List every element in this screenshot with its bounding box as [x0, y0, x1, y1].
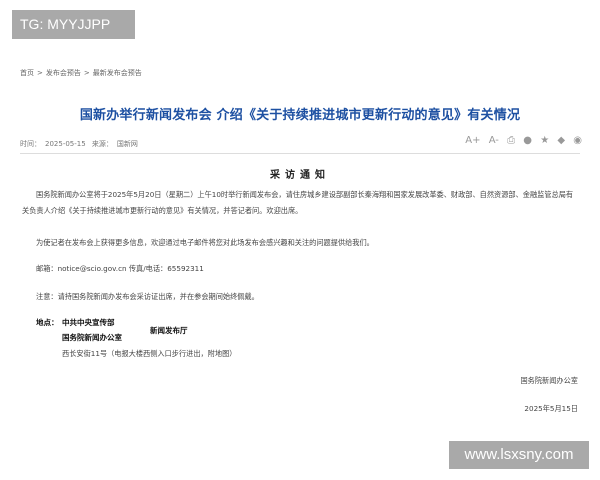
font-larger-icon[interactable]: A+: [465, 135, 480, 146]
notice-paragraph-2: 为使记者在发布会上获得更多信息，欢迎通过电子邮件将您对此场发布会感兴趣和关注的问…: [36, 238, 374, 247]
breadcrumb-separator: >: [37, 69, 43, 77]
breadcrumb-home[interactable]: 首页: [20, 69, 34, 77]
notice-heading: 采访通知: [270, 170, 330, 181]
breadcrumb: 首页 > 发布会预告 > 最新发布会预告: [20, 68, 142, 78]
time-label: 时间：: [20, 140, 41, 148]
location-org-2: 国务院新闻办公室: [62, 333, 122, 342]
breadcrumb-press-preview[interactable]: 发布会预告: [46, 69, 81, 77]
page-title: 国新办举行新闻发布会 介绍《关于持续推进城市更新行动的意见》有关情况: [79, 108, 521, 123]
wechat-icon[interactable]: ◉: [573, 135, 582, 146]
watermark-top: TG: MYYJJPP: [12, 10, 135, 39]
location-org-1: 中共中央宣传部: [62, 318, 115, 327]
attendance-note: 注意：请持国务院新闻办发布会采访证出席，并在参会期间始终佩戴。: [36, 292, 259, 301]
breadcrumb-separator: >: [83, 69, 90, 77]
publish-time: 2025-05-15: [45, 140, 86, 148]
source-value: 国新网: [116, 140, 138, 148]
breadcrumb-latest-preview[interactable]: 最新发布会预告: [93, 69, 142, 77]
location-label: 地点：: [36, 318, 59, 327]
divider: [20, 153, 580, 154]
favorite-icon[interactable]: ★: [540, 135, 549, 146]
signature-date: 2025年5月15日: [524, 404, 578, 413]
location-address: 西长安街11号（电报大楼西侧入口步行进出，附地图）: [62, 349, 237, 358]
print-icon[interactable]: ⎙: [507, 135, 515, 146]
share-icon[interactable]: ●: [523, 135, 532, 146]
weibo-icon[interactable]: ◆: [557, 135, 565, 146]
notice-paragraph-1: 国务院新闻办公室将于2025年5月20日（星期二）上午10时举行新闻发布会，请住…: [22, 190, 574, 215]
article-tools: A+ A- ⎙ ● ★ ◆ ◉: [460, 135, 582, 146]
signature: 国务院新闻办公室: [520, 376, 578, 385]
watermark-bottom: www.lsxsny.com: [449, 441, 589, 469]
source-label: 来源：: [91, 140, 113, 148]
font-smaller-icon[interactable]: A-: [489, 135, 499, 146]
location-hall: 新闻发布厅: [150, 326, 188, 335]
article-meta: 时间： 2025-05-15 来源： 国新网: [20, 139, 142, 149]
contact-info: 邮箱：notice@scio.gov.cn 传真/电话：65592311: [36, 264, 204, 273]
